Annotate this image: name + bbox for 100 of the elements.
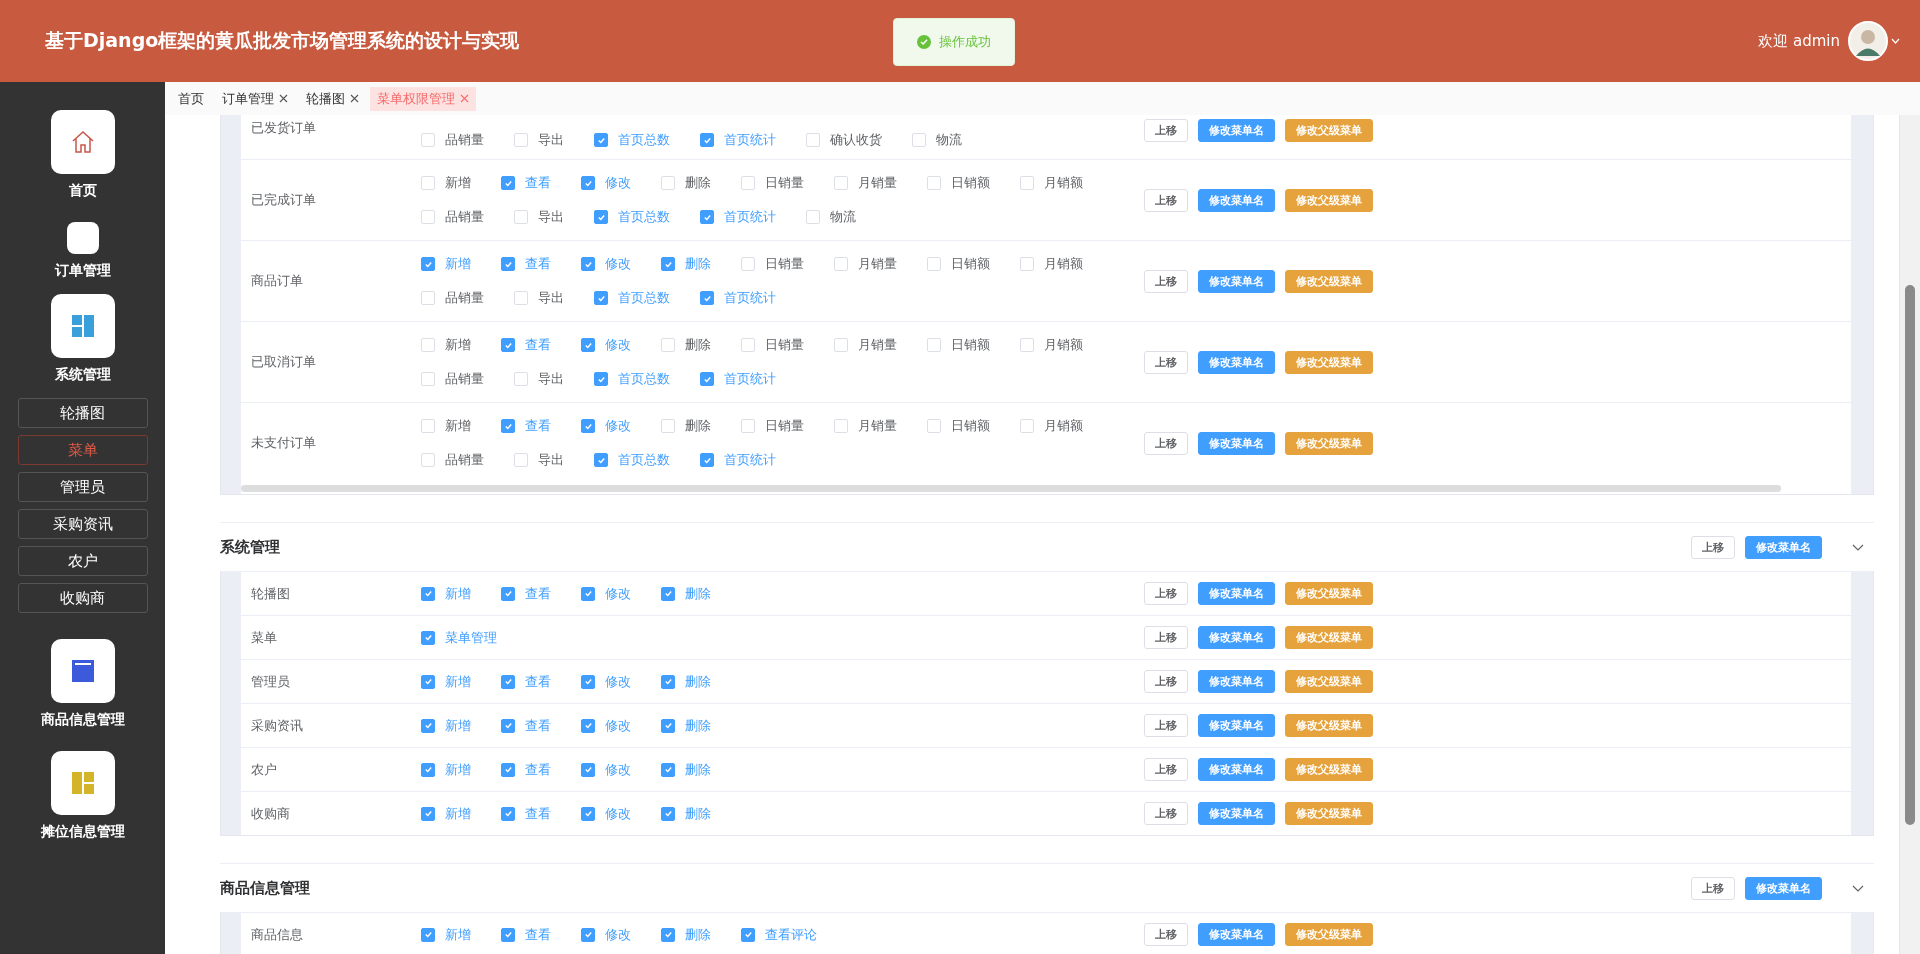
page-tab[interactable]: 菜单权限管理 [370, 86, 476, 111]
parent-menu-button[interactable]: 修改父级菜单 [1285, 269, 1373, 293]
menu-tile[interactable] [50, 294, 115, 358]
permission-checkbox[interactable]: 物流 [806, 208, 856, 226]
permission-checkbox[interactable]: 月销量 [834, 417, 897, 435]
rename-button[interactable]: 修改菜单名 [1745, 535, 1822, 559]
permission-checkbox[interactable]: 月销额 [1020, 255, 1083, 273]
permission-checkbox[interactable]: 查看 [501, 716, 551, 735]
permission-checkbox[interactable]: 查看 [501, 417, 551, 435]
permission-checkbox[interactable]: 月销量 [834, 336, 897, 354]
horizontal-scrollbar[interactable] [241, 485, 1781, 492]
permission-checkbox[interactable]: 删除 [661, 255, 711, 273]
menu-tile[interactable] [50, 751, 115, 815]
permission-checkbox[interactable]: 查看 [501, 336, 551, 354]
move-up-button[interactable]: 上移 [1144, 350, 1188, 374]
permission-checkbox[interactable]: 日销额 [927, 336, 990, 354]
permission-checkbox[interactable]: 物流 [912, 131, 962, 149]
permission-checkbox[interactable]: 品销量 [421, 131, 484, 149]
menu-label[interactable]: 订单管理 [54, 262, 111, 280]
permission-checkbox[interactable]: 日销量 [741, 174, 804, 192]
permission-checkbox[interactable]: 新增 [421, 716, 471, 735]
permission-checkbox[interactable]: 导出 [514, 289, 564, 307]
permission-checkbox[interactable]: 删除 [661, 672, 711, 691]
permission-checkbox[interactable]: 删除 [661, 760, 711, 779]
avatar[interactable] [1848, 21, 1888, 61]
permission-checkbox[interactable]: 日销量 [741, 417, 804, 435]
submenu-item[interactable]: 收购商 [17, 583, 148, 613]
move-up-button[interactable]: 上移 [1144, 626, 1188, 649]
permission-checkbox[interactable]: 品销量 [421, 451, 484, 469]
move-up-button[interactable]: 上移 [1144, 758, 1188, 781]
parent-menu-button[interactable]: 修改父级菜单 [1285, 431, 1373, 455]
permission-checkbox[interactable]: 首页统计 [700, 370, 776, 388]
permission-checkbox[interactable]: 查看 [501, 584, 551, 603]
rename-button[interactable]: 修改菜单名 [1198, 714, 1275, 737]
rename-button[interactable]: 修改菜单名 [1745, 876, 1822, 900]
parent-menu-button[interactable]: 修改父级菜单 [1285, 119, 1373, 142]
menu-label[interactable]: 首页 [68, 182, 97, 200]
permission-checkbox[interactable]: 删除 [661, 925, 711, 944]
submenu-item[interactable]: 采购资讯 [17, 509, 148, 539]
permission-checkbox[interactable]: 查看 [501, 255, 551, 273]
menu-label[interactable]: 商品信息管理 [40, 711, 125, 729]
move-up-button[interactable]: 上移 [1144, 119, 1188, 142]
rename-button[interactable]: 修改菜单名 [1198, 758, 1275, 781]
page-tab[interactable]: 订单管理 [215, 86, 295, 111]
rename-button[interactable]: 修改菜单名 [1198, 670, 1275, 693]
parent-menu-button[interactable]: 修改父级菜单 [1285, 714, 1373, 737]
parent-menu-button[interactable]: 修改父级菜单 [1285, 802, 1373, 825]
menu-tile[interactable] [66, 222, 99, 254]
menu-tile[interactable] [50, 110, 115, 174]
menu-label[interactable]: 系统管理 [54, 366, 111, 384]
move-up-button[interactable]: 上移 [1144, 802, 1188, 825]
page-tab[interactable]: 首页 [171, 86, 211, 111]
move-up-button[interactable]: 上移 [1144, 923, 1188, 946]
rename-button[interactable]: 修改菜单名 [1198, 431, 1275, 455]
permission-checkbox[interactable]: 新增 [421, 672, 471, 691]
permission-checkbox[interactable]: 导出 [514, 451, 564, 469]
move-up-button[interactable]: 上移 [1691, 535, 1735, 559]
rename-button[interactable]: 修改菜单名 [1198, 188, 1275, 212]
permission-checkbox[interactable]: 查看 [501, 672, 551, 691]
parent-menu-button[interactable]: 修改父级菜单 [1285, 758, 1373, 781]
permission-checkbox[interactable]: 品销量 [421, 289, 484, 307]
move-up-button[interactable]: 上移 [1144, 188, 1188, 212]
permission-checkbox[interactable]: 新增 [421, 417, 471, 435]
rename-button[interactable]: 修改菜单名 [1198, 582, 1275, 605]
move-up-button[interactable]: 上移 [1144, 269, 1188, 293]
parent-menu-button[interactable]: 修改父级菜单 [1285, 923, 1373, 946]
permission-checkbox[interactable]: 修改 [581, 716, 631, 735]
page-tab[interactable]: 轮播图 [299, 86, 366, 111]
permission-checkbox[interactable]: 查看 [501, 760, 551, 779]
permission-checkbox[interactable]: 删除 [661, 174, 711, 192]
permission-checkbox[interactable]: 首页统计 [700, 208, 776, 226]
permission-checkbox[interactable]: 导出 [514, 208, 564, 226]
permission-checkbox[interactable]: 修改 [581, 584, 631, 603]
permission-checkbox[interactable]: 品销量 [421, 208, 484, 226]
permission-checkbox[interactable]: 修改 [581, 760, 631, 779]
permission-checkbox[interactable]: 删除 [661, 417, 711, 435]
permission-checkbox[interactable]: 删除 [661, 804, 711, 823]
permission-checkbox[interactable]: 新增 [421, 584, 471, 603]
permission-checkbox[interactable]: 首页总数 [594, 208, 670, 226]
caret-icon[interactable] [1891, 38, 1900, 44]
submenu-item[interactable]: 轮播图 [17, 398, 148, 428]
permission-checkbox[interactable]: 查看 [501, 925, 551, 944]
permission-checkbox[interactable]: 首页统计 [700, 289, 776, 307]
parent-menu-button[interactable]: 修改父级菜单 [1285, 350, 1373, 374]
move-up-button[interactable]: 上移 [1144, 431, 1188, 455]
permission-checkbox[interactable]: 删除 [661, 336, 711, 354]
permission-checkbox[interactable]: 首页统计 [700, 131, 776, 149]
close-icon[interactable] [279, 94, 288, 103]
permission-checkbox[interactable]: 月销量 [834, 255, 897, 273]
submenu-item[interactable]: 管理员 [17, 472, 148, 502]
permission-checkbox[interactable]: 菜单管理 [421, 628, 497, 647]
permission-checkbox[interactable]: 月销量 [834, 174, 897, 192]
close-icon[interactable] [350, 94, 359, 103]
parent-menu-button[interactable]: 修改父级菜单 [1285, 670, 1373, 693]
rename-button[interactable]: 修改菜单名 [1198, 923, 1275, 946]
permission-checkbox[interactable]: 品销量 [421, 370, 484, 388]
permission-checkbox[interactable]: 首页总数 [594, 370, 670, 388]
rename-button[interactable]: 修改菜单名 [1198, 119, 1275, 142]
permission-checkbox[interactable]: 日销额 [927, 174, 990, 192]
permission-checkbox[interactable]: 修改 [581, 336, 631, 354]
